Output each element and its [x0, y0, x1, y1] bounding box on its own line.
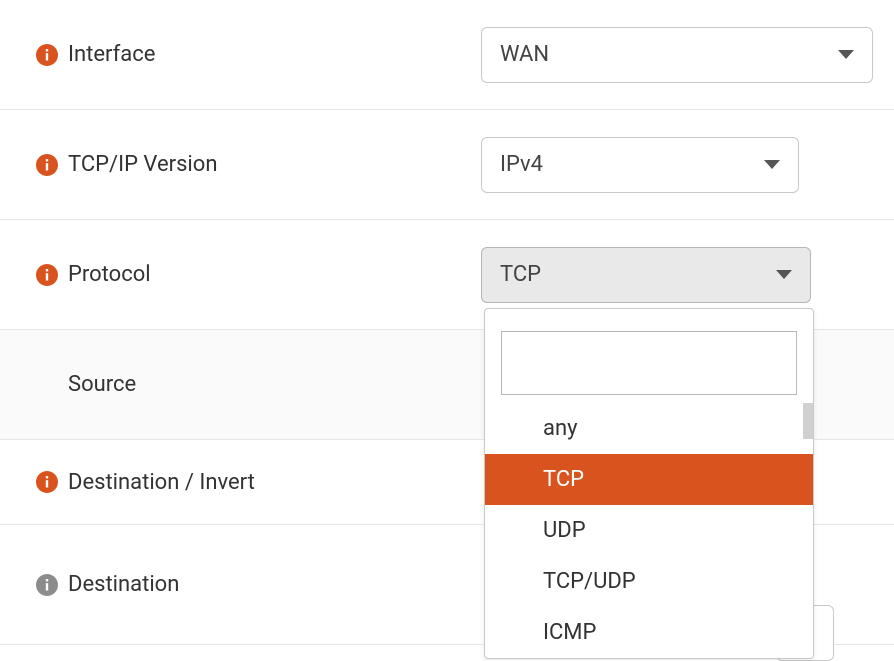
label-cell-destination: Destination [36, 572, 481, 597]
select-interface[interactable]: WAN [481, 27, 873, 83]
select-interface-value: WAN [500, 42, 549, 67]
chevron-down-icon [776, 270, 792, 279]
dropdown-option-any[interactable]: any [485, 403, 813, 454]
label-destination: Destination [68, 572, 179, 597]
label-cell-version: TCP/IP Version [36, 152, 481, 177]
dropdown-options: any TCP UDP TCP/UDP ICMP [485, 403, 813, 658]
label-cell-protocol: Protocol [36, 262, 481, 287]
label-cell-interface: Interface [36, 42, 481, 67]
label-interface: Interface [68, 42, 155, 67]
chevron-down-icon [764, 160, 780, 169]
dropdown-option-label: ICMP [543, 620, 596, 645]
select-version[interactable]: IPv4 [481, 137, 799, 193]
select-version-value: IPv4 [500, 152, 543, 177]
dropdown-search-wrap [485, 309, 813, 403]
chevron-down-icon [838, 50, 854, 59]
protocol-dropdown: any TCP UDP TCP/UDP ICMP [484, 308, 814, 659]
control-cell-version: IPv4 [481, 137, 864, 193]
dropdown-option-icmp[interactable]: ICMP [485, 607, 813, 658]
label-cell-source: Source [36, 372, 481, 397]
dropdown-option-udp[interactable]: UDP [485, 505, 813, 556]
row-version: TCP/IP Version IPv4 [0, 110, 894, 220]
dropdown-option-label: UDP [543, 518, 586, 543]
info-icon[interactable] [36, 574, 58, 596]
control-cell-protocol: TCP [481, 247, 864, 303]
dropdown-option-label: TCP [543, 467, 584, 492]
label-version: TCP/IP Version [68, 152, 217, 177]
scrollbar-thumb[interactable] [803, 403, 813, 439]
dropdown-option-label: TCP/UDP [543, 569, 636, 594]
dropdown-option-label: any [543, 416, 578, 441]
control-cell-interface: WAN [481, 27, 873, 83]
label-protocol: Protocol [68, 262, 151, 287]
info-icon[interactable] [36, 264, 58, 286]
label-cell-destinvert: Destination / Invert [36, 470, 481, 495]
label-destinvert: Destination / Invert [68, 470, 255, 495]
dropdown-option-tcpudp[interactable]: TCP/UDP [485, 556, 813, 607]
dropdown-search-input[interactable] [501, 331, 797, 395]
info-icon[interactable] [36, 471, 58, 493]
row-interface: Interface WAN [0, 0, 894, 110]
dropdown-option-tcp[interactable]: TCP [485, 454, 813, 505]
info-icon[interactable] [36, 154, 58, 176]
select-protocol[interactable]: TCP [481, 247, 811, 303]
label-source: Source [68, 372, 136, 397]
select-protocol-value: TCP [500, 262, 541, 287]
info-icon[interactable] [36, 44, 58, 66]
